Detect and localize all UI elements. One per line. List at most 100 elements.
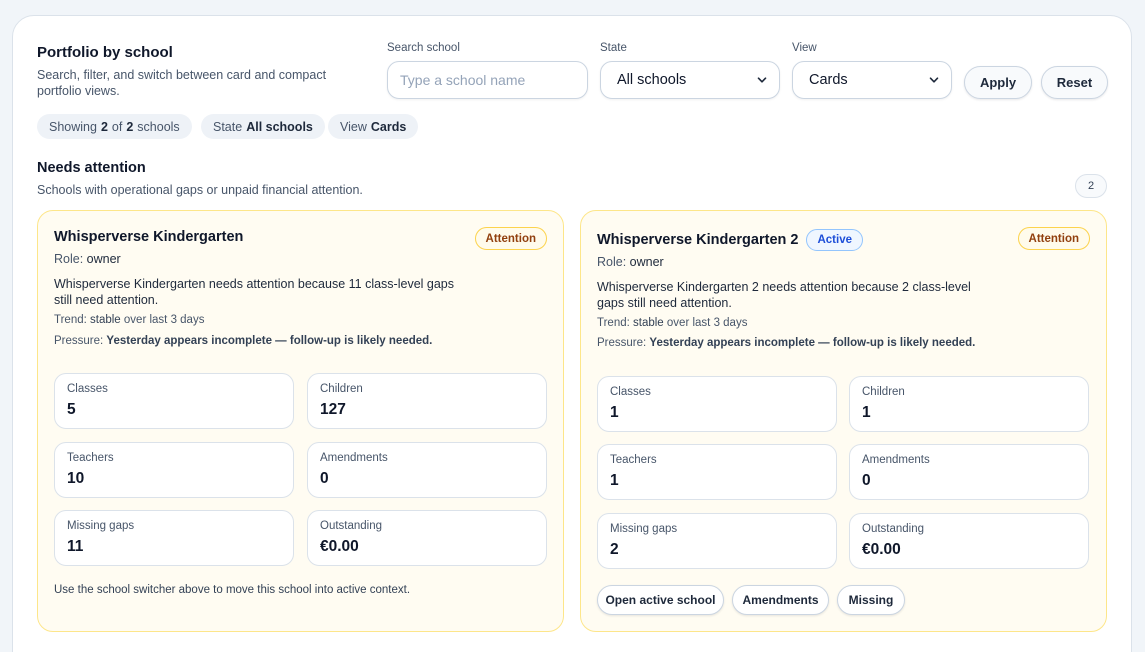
reset-button[interactable]: Reset — [1041, 66, 1108, 99]
stat-label: Children — [862, 386, 905, 398]
stat-amendments: Amendments 0 — [307, 442, 547, 498]
stat-outstanding: Outstanding €0.00 — [849, 513, 1089, 569]
trend-suffix: over last 3 days — [123, 314, 205, 326]
stat-label: Amendments — [320, 452, 388, 464]
search-label: Search school — [387, 42, 460, 54]
stat-label: Children — [320, 383, 363, 395]
school-name-row: Whisperverse Kindergarten 2 Active — [597, 229, 863, 251]
trend-suffix: over last 3 days — [666, 317, 748, 329]
role-value: owner — [86, 252, 121, 266]
school-trend: Trend: stable over last 3 days — [597, 317, 747, 329]
school-description: Whisperverse Kindergarten needs attentio… — [54, 277, 454, 307]
school-pressure: Pressure: Yesterday appears incomplete —… — [54, 335, 432, 347]
view-select[interactable]: Cards — [792, 61, 952, 99]
role-label: Role: — [597, 255, 627, 269]
stat-value: 1 — [610, 404, 619, 421]
stat-label: Classes — [67, 383, 108, 395]
stat-label: Missing gaps — [610, 523, 678, 535]
active-badge: Active — [806, 229, 863, 251]
view-chip-value: Cards — [370, 119, 407, 134]
view-select-value: Cards — [809, 72, 848, 88]
state-select-value: All schools — [617, 72, 687, 88]
role-label: Role: — [54, 252, 84, 266]
showing-suffix: schools — [137, 119, 180, 134]
state-select[interactable]: All schools — [600, 61, 780, 99]
attention-badge: Attention — [474, 227, 547, 250]
open-active-school-button[interactable]: Open active school — [597, 585, 724, 615]
state-chip-prefix: State — [213, 119, 243, 134]
trend-value: stable — [90, 314, 121, 326]
stat-teachers: Teachers 10 — [54, 442, 294, 498]
pressure-value: Yesterday appears incomplete — follow-up… — [106, 335, 433, 347]
stat-teachers: Teachers 1 — [597, 444, 837, 500]
showing-chip: Showing 2 of 2 schools — [37, 114, 192, 139]
stat-label: Amendments — [862, 454, 930, 466]
school-name: Whisperverse Kindergarten — [54, 229, 244, 245]
stat-label: Classes — [610, 386, 651, 398]
stat-children: Children 127 — [307, 373, 547, 429]
section-count-badge: 2 — [1075, 174, 1107, 198]
school-card: Whisperverse Kindergarten Attention Role… — [37, 210, 564, 632]
chevron-down-icon — [929, 77, 939, 83]
school-description: Whisperverse Kindergarten 2 needs attent… — [597, 280, 971, 310]
school-name-row: Whisperverse Kindergarten — [54, 229, 243, 245]
showing-prefix: Showing — [49, 119, 97, 134]
portfolio-panel: Portfolio by school Search, filter, and … — [12, 15, 1132, 652]
trend-label: Trend: — [54, 314, 87, 326]
stat-label: Missing gaps — [67, 520, 135, 532]
state-label: State — [600, 42, 627, 54]
stat-value: 5 — [67, 401, 76, 418]
stat-missing-gaps: Missing gaps 2 — [597, 513, 837, 569]
view-chip-prefix: View — [340, 119, 367, 134]
stat-value: 127 — [320, 401, 346, 418]
school-footnote: Use the school switcher above to move th… — [54, 584, 411, 596]
showing-of: of — [111, 119, 123, 134]
stat-classes: Classes 5 — [54, 373, 294, 429]
school-pressure: Pressure: Yesterday appears incomplete —… — [597, 337, 975, 349]
view-label: View — [792, 42, 817, 54]
trend-value: stable — [633, 317, 664, 329]
search-input[interactable] — [387, 61, 588, 99]
stat-children: Children 1 — [849, 376, 1089, 432]
stat-missing-gaps: Missing gaps 11 — [54, 510, 294, 566]
showing-count: 2 — [100, 119, 108, 134]
stat-label: Outstanding — [862, 523, 925, 535]
attention-badge: Attention — [1017, 227, 1090, 250]
state-chip-value: All schools — [246, 119, 313, 134]
stat-outstanding: Outstanding €0.00 — [307, 510, 547, 566]
stat-value: 2 — [610, 541, 619, 558]
stat-amendments: Amendments 0 — [849, 444, 1089, 500]
stat-value: €0.00 — [320, 538, 359, 555]
section-title: Needs attention — [37, 160, 146, 176]
stat-value: 0 — [862, 472, 871, 489]
school-role: Role: owner — [597, 255, 664, 269]
pressure-label: Pressure: — [597, 337, 647, 349]
trend-label: Trend: — [597, 317, 630, 329]
chevron-down-icon — [757, 77, 767, 83]
apply-button[interactable]: Apply — [964, 66, 1032, 99]
page-title: Portfolio by school — [37, 44, 173, 61]
stat-label: Outstanding — [320, 520, 383, 532]
school-card: Whisperverse Kindergarten 2 Active Atten… — [580, 210, 1107, 632]
role-value: owner — [629, 255, 664, 269]
pressure-value: Yesterday appears incomplete — follow-up… — [649, 337, 976, 349]
state-chip: State All schools — [201, 114, 325, 139]
stat-value: €0.00 — [862, 541, 901, 558]
missing-button[interactable]: Missing — [837, 585, 905, 615]
stat-value: 0 — [320, 470, 329, 487]
stat-label: Teachers — [67, 452, 114, 464]
stat-value: 1 — [610, 472, 619, 489]
school-name: Whisperverse Kindergarten 2 — [597, 232, 799, 248]
school-role: Role: owner — [54, 252, 121, 266]
pressure-label: Pressure: — [54, 335, 104, 347]
section-description: Schools with operational gaps or unpaid … — [37, 183, 363, 197]
stat-classes: Classes 1 — [597, 376, 837, 432]
stat-value: 1 — [862, 404, 871, 421]
page-description: Search, filter, and switch between card … — [37, 68, 327, 98]
stat-value: 10 — [67, 470, 85, 487]
showing-total: 2 — [126, 119, 134, 134]
stat-value: 11 — [67, 538, 84, 555]
school-trend: Trend: stable over last 3 days — [54, 314, 204, 326]
stat-label: Teachers — [610, 454, 657, 466]
amendments-button[interactable]: Amendments — [732, 585, 829, 615]
